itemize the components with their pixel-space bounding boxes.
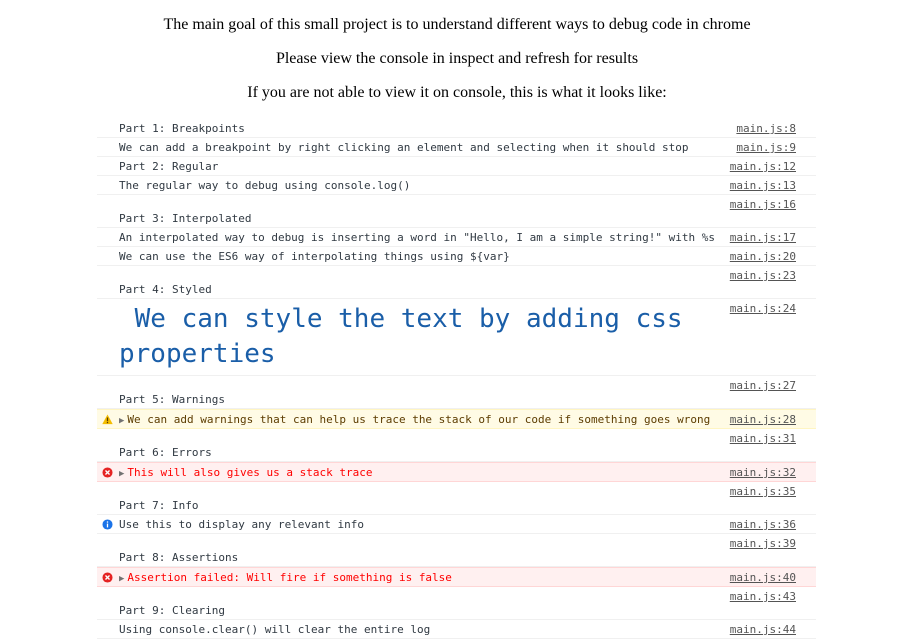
source-link[interactable]: main.js:28 bbox=[730, 413, 796, 426]
log-row: Using console.clear() will clear the ent… bbox=[97, 620, 816, 639]
log-row-info: Use this to display any relevant info ma… bbox=[97, 515, 816, 534]
source-link[interactable]: main.js:44 bbox=[730, 623, 796, 636]
source-link[interactable]: main.js:31 bbox=[730, 432, 796, 445]
log-message: An interpolated way to debug is insertin… bbox=[119, 231, 716, 244]
log-message: ▶ We can add warnings that can help us tr… bbox=[119, 413, 710, 426]
log-row-error: ▶ This will also gives us a stack trace m… bbox=[97, 462, 816, 482]
console-log: Part 1: Breakpoints main.js:8 We can add… bbox=[97, 119, 816, 639]
expand-triangle-icon[interactable]: ▶ bbox=[119, 416, 124, 426]
log-row-warning: ▶ We can add warnings that can help us tr… bbox=[97, 409, 816, 429]
error-text: This will also gives us a stack trace bbox=[127, 466, 373, 479]
log-message: Part 2: Regular bbox=[119, 160, 219, 173]
log-row: main.js:23 Part 4: Styled bbox=[97, 266, 816, 299]
log-row-error: ▶ Assertion failed: Will fire if somethin… bbox=[97, 567, 816, 587]
log-message: The regular way to debug using console.l… bbox=[119, 179, 411, 192]
log-row: main.js:16 Part 3: Interpolated bbox=[97, 195, 816, 228]
warning-text: We can add warnings that can help us tra… bbox=[127, 413, 711, 426]
expand-triangle-icon[interactable]: ▶ bbox=[119, 574, 124, 584]
log-message: We can use the ES6 way of interpolating … bbox=[119, 250, 510, 263]
error-icon bbox=[102, 572, 113, 583]
log-row: We can add a breakpoint by right clickin… bbox=[97, 138, 816, 157]
log-message: Part 3: Interpolated bbox=[119, 212, 252, 225]
source-link[interactable]: main.js:43 bbox=[730, 590, 796, 603]
log-row: main.js:27 Part 5: Warnings bbox=[97, 376, 816, 409]
styled-log-message: We can style the text by adding css prop… bbox=[119, 304, 699, 369]
source-link[interactable]: main.js:9 bbox=[736, 141, 796, 154]
intro-line-2: Please view the console in inspect and r… bbox=[275, 50, 639, 67]
source-link[interactable]: main.js:24 bbox=[730, 302, 796, 315]
source-link[interactable]: main.js:40 bbox=[730, 571, 796, 584]
log-message: Part 5: Warnings bbox=[119, 393, 225, 406]
info-icon bbox=[102, 519, 113, 530]
log-row: main.js:39 Part 8: Assertions bbox=[97, 534, 816, 567]
log-row: main.js:31 Part 6: Errors bbox=[97, 429, 816, 462]
log-row: We can use the ES6 way of interpolating … bbox=[97, 247, 816, 266]
log-message: Using console.clear() will clear the ent… bbox=[119, 623, 431, 636]
intro-line-1: The main goal of this small project is t… bbox=[163, 16, 751, 33]
log-message: ▶ Assertion failed: Will fire if somethin… bbox=[119, 571, 452, 584]
log-message: We can add a breakpoint by right clickin… bbox=[119, 141, 689, 154]
warning-icon bbox=[102, 414, 113, 425]
source-link[interactable]: main.js:17 bbox=[730, 231, 796, 244]
log-message: Part 9: Clearing bbox=[119, 604, 225, 617]
log-row: The regular way to debug using console.l… bbox=[97, 176, 816, 195]
source-link[interactable]: main.js:13 bbox=[730, 179, 796, 192]
log-row: main.js:35 Part 7: Info bbox=[97, 482, 816, 515]
source-link[interactable]: main.js:12 bbox=[730, 160, 796, 173]
log-message: Part 8: Assertions bbox=[119, 551, 239, 564]
source-link[interactable]: main.js:27 bbox=[730, 379, 796, 392]
source-link[interactable]: main.js:20 bbox=[730, 250, 796, 263]
expand-triangle-icon[interactable]: ▶ bbox=[119, 469, 124, 479]
log-row: Part 1: Breakpoints main.js:8 bbox=[97, 119, 816, 138]
source-link[interactable]: main.js:16 bbox=[730, 198, 796, 211]
log-row: Part 2: Regular main.js:12 bbox=[97, 157, 816, 176]
source-link[interactable]: main.js:23 bbox=[730, 269, 796, 282]
log-message: Part 4: Styled bbox=[119, 283, 212, 296]
source-link[interactable]: main.js:35 bbox=[730, 485, 796, 498]
intro-line-3: If you are not able to view it on consol… bbox=[247, 84, 667, 101]
source-link[interactable]: main.js:36 bbox=[730, 518, 796, 531]
log-message: Part 7: Info bbox=[119, 499, 199, 512]
log-row-styled: We can style the text by adding css prop… bbox=[97, 299, 816, 376]
log-message: Part 6: Errors bbox=[119, 446, 212, 459]
log-row: An interpolated way to debug is insertin… bbox=[97, 228, 816, 247]
error-icon bbox=[102, 467, 113, 478]
log-message: Part 1: Breakpoints bbox=[119, 122, 245, 135]
log-message: Use this to display any relevant info bbox=[119, 518, 365, 531]
assertion-text: Assertion failed: Will fire if something… bbox=[127, 571, 452, 584]
log-row: main.js:43 Part 9: Clearing bbox=[97, 587, 816, 620]
source-link[interactable]: main.js:39 bbox=[730, 537, 796, 550]
source-link[interactable]: main.js:32 bbox=[730, 466, 796, 479]
log-message: ▶ This will also gives us a stack trace bbox=[119, 466, 372, 479]
source-link[interactable]: main.js:8 bbox=[736, 122, 796, 135]
